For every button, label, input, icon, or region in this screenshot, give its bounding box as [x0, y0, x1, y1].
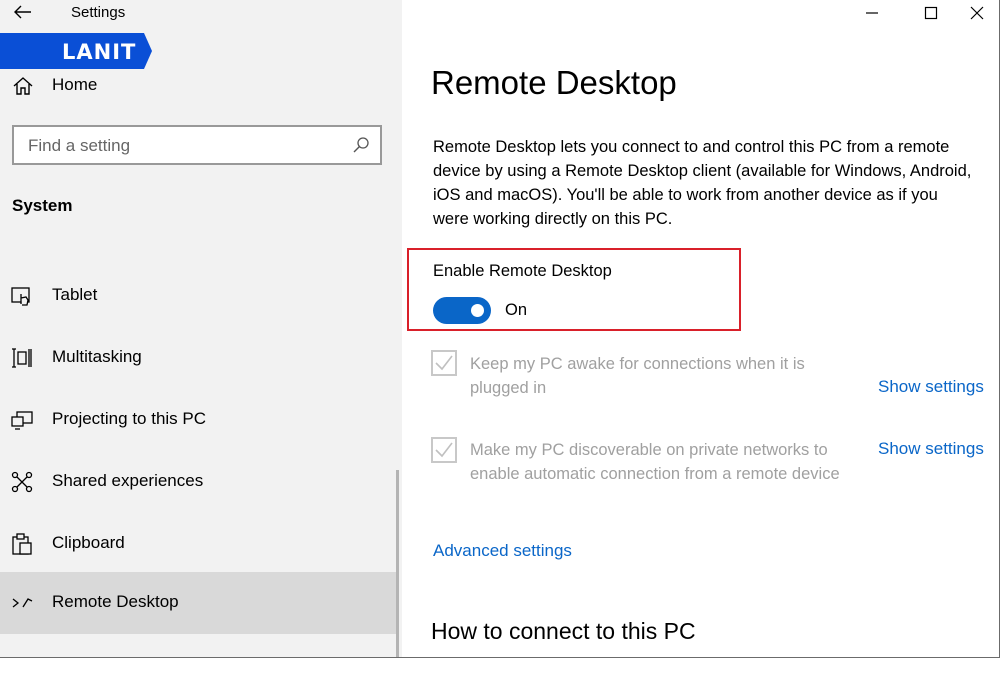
sidebar-item-clipboard[interactable]: Clipboard — [0, 513, 398, 575]
discoverable-text: Make my PC discoverable on private netwo… — [470, 441, 840, 483]
sidebar-item-label: Remote Desktop — [52, 592, 179, 611]
lanit-logo-text: LANIT — [62, 40, 137, 64]
sidebar-item-multitasking[interactable]: Multitasking — [0, 327, 398, 389]
maximize-button[interactable] — [908, 0, 954, 26]
sidebar-item-projecting[interactable]: Projecting to this PC — [0, 389, 398, 451]
tablet-icon — [11, 287, 30, 306]
page-title: Remote Desktop — [431, 64, 677, 101]
sidebar-item-label: Projecting to this PC — [52, 409, 207, 428]
settings-window: Settings LANIT Home Find a setting Syste… — [0, 0, 1000, 658]
back-button[interactable] — [8, 0, 38, 24]
sidebar-item-label: Tablet — [52, 285, 98, 304]
sidebar-item-remote-desktop[interactable]: Remote Desktop — [0, 572, 398, 634]
toggle-state-text: On — [505, 301, 528, 319]
checkmark-icon — [435, 355, 453, 371]
advanced-settings-link[interactable]: Advanced settings — [433, 541, 572, 561]
keep-awake-text: Keep my PC awake for connections when it… — [470, 355, 805, 397]
sidebar-item-label: Clipboard — [52, 533, 125, 552]
projecting-icon — [11, 411, 33, 430]
minimize-icon — [866, 12, 878, 14]
keep-awake-checkbox[interactable] — [431, 350, 457, 376]
checkmark-icon — [435, 442, 453, 458]
sidebar-item-shared-experiences[interactable]: Shared experiences — [0, 451, 398, 513]
app-title: Settings — [71, 4, 126, 21]
sidebar-item-tablet[interactable]: Tablet — [0, 265, 398, 327]
sidebar: Settings LANIT Home Find a setting Syste… — [0, 0, 402, 657]
search-input[interactable]: Find a setting — [28, 136, 130, 156]
back-arrow-icon — [14, 5, 31, 19]
toggle-label: Enable Remote Desktop — [433, 262, 612, 280]
enable-remote-desktop-toggle[interactable] — [433, 297, 491, 324]
home-icon — [13, 77, 33, 95]
toggle-knob — [471, 304, 484, 317]
search-icon[interactable] — [352, 136, 370, 154]
section-heading: How to connect to this PC — [431, 618, 696, 644]
minimize-button[interactable] — [849, 0, 895, 26]
home-nav[interactable] — [12, 72, 34, 100]
description-text: Remote Desktop lets you connect to and c… — [433, 138, 972, 228]
section-title: System — [12, 196, 73, 215]
remote-desktop-icon — [12, 598, 33, 608]
show-settings-link-1[interactable]: Show settings — [878, 377, 984, 397]
clipboard-icon — [12, 533, 32, 555]
sidebar-item-label: Shared experiences — [52, 471, 204, 490]
multitasking-icon — [12, 348, 32, 368]
show-settings-link-2[interactable]: Show settings — [878, 439, 984, 459]
discoverable-checkbox[interactable] — [431, 437, 457, 463]
shared-experiences-icon — [11, 471, 33, 493]
close-button[interactable] — [954, 0, 999, 26]
maximize-icon — [924, 6, 938, 20]
close-icon — [970, 6, 984, 20]
sidebar-scrollbar[interactable] — [396, 470, 399, 657]
search-box[interactable]: Find a setting — [12, 125, 382, 165]
sidebar-item-label: Multitasking — [52, 347, 142, 366]
main-content: Remote Desktop Remote Desktop lets you c… — [402, 0, 999, 657]
home-label[interactable]: Home — [52, 75, 97, 95]
